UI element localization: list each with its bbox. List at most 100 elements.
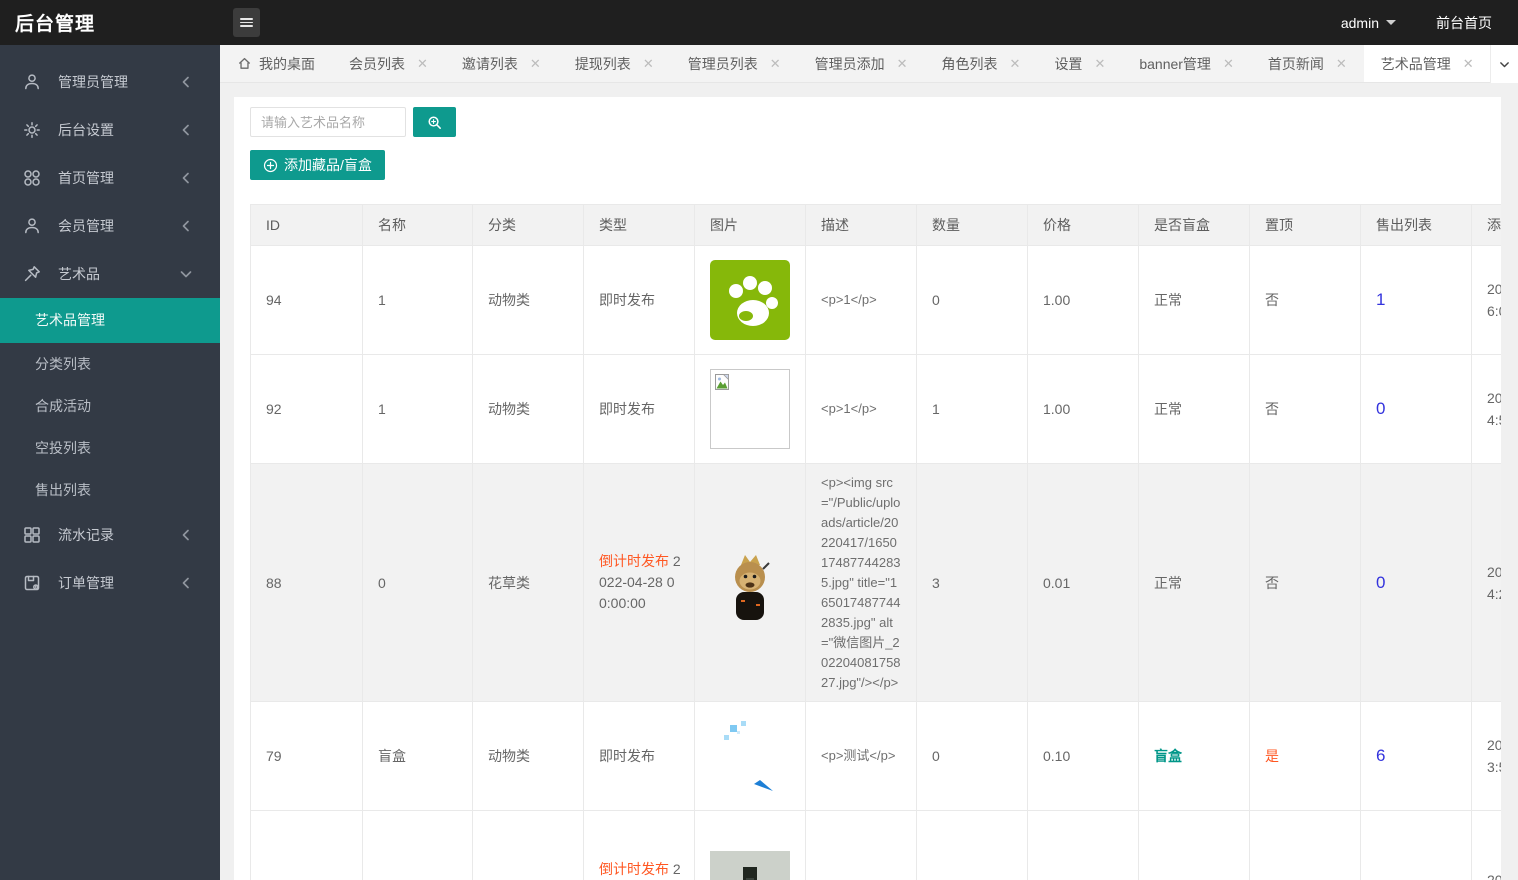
sidebar-item-order-manage[interactable]: 订单管理 (0, 559, 220, 607)
cell-name: 1 (362, 245, 473, 355)
tab[interactable]: 会员列表 ✕ (332, 45, 445, 82)
cell-quantity: 3 (916, 463, 1028, 702)
sidebar-item-admin-manage[interactable]: 管理员管理 (0, 58, 220, 106)
tab-label: 我的桌面 (259, 55, 315, 72)
tabs-more-button[interactable] (1490, 45, 1518, 83)
chevron-down-icon (1500, 61, 1509, 67)
cell-added-time: 204:2 (1471, 463, 1501, 702)
table-row: 78 234 动物类 倒计时发布 2022-04-08 00:00:00 (250, 810, 1501, 880)
cell-top: 是 (1249, 701, 1361, 811)
cell-quantity: 1 (916, 354, 1028, 464)
cell-type: 即时发布 (583, 701, 695, 811)
sidebar-item-artwork-manage[interactable]: 艺术品管理 (0, 298, 220, 343)
tab-label: 艺术品管理 (1380, 55, 1451, 72)
cell-id: 94 (250, 245, 363, 355)
chevron-left-icon (178, 575, 194, 591)
column-header: 分类 (472, 204, 584, 246)
content-card: 添加藏品/盲盒 ID 名称 分类 (234, 97, 1501, 880)
sidebar-item-member-manage[interactable]: 会员管理 (0, 202, 220, 250)
frontend-home-link[interactable]: 前台首页 (1436, 13, 1492, 33)
home-icon (237, 56, 252, 71)
column-header: 数量 (916, 204, 1028, 246)
column-header: 是否盲盒 (1138, 204, 1250, 246)
gear-icon (22, 120, 42, 140)
sidebar-toggle-button[interactable] (233, 8, 260, 37)
sidebar-item-category-list[interactable]: 分类列表 (0, 343, 220, 385)
tab[interactable]: 艺术品管理 ✕ (1363, 45, 1491, 82)
cell-top: 否 (1249, 354, 1361, 464)
cell-price: 1.00 (1027, 245, 1139, 355)
close-icon[interactable]: ✕ (417, 57, 428, 70)
cell-image: C (694, 701, 806, 811)
sidebar-item-home-manage[interactable]: 首页管理 (0, 154, 220, 202)
cell-price: 1.00 (1027, 354, 1139, 464)
close-icon[interactable]: ✕ (1010, 57, 1021, 70)
cell-name: 0 (362, 463, 473, 702)
tab-label: 提现列表 (574, 55, 631, 72)
user-menu[interactable]: admin (1341, 15, 1396, 31)
close-icon[interactable]: ✕ (530, 57, 541, 70)
username: admin (1340, 14, 1379, 31)
search-input[interactable] (250, 107, 406, 137)
chevron-left-icon (178, 527, 194, 543)
column-header: 名称 (362, 204, 473, 246)
user-icon (22, 216, 42, 236)
close-icon[interactable]: ✕ (1336, 57, 1347, 70)
tab[interactable]: banner管理 ✕ (1122, 45, 1251, 82)
sold-count-link[interactable]: 6 (1376, 746, 1385, 765)
search-button[interactable] (413, 107, 456, 137)
table-row: 88 0 花草类 倒计时发布 2022-04-28 00:00:00 <p><i… (250, 463, 1501, 702)
sold-count-link[interactable]: 0 (1376, 573, 1385, 592)
hamburger-icon (240, 18, 253, 27)
artwork-image-monkey (710, 542, 790, 623)
cell-category: 花草类 (472, 463, 584, 702)
close-icon[interactable]: ✕ (770, 57, 781, 70)
close-icon[interactable]: ✕ (897, 57, 908, 70)
tab[interactable]: 提现列表 ✕ (558, 45, 671, 82)
sold-count-link[interactable]: 1 (1376, 290, 1385, 309)
cell-description: <p><img src="/Public/uploads/article/202… (805, 463, 917, 702)
table-row: 92 1 动物类 即时发布 <p>1</p> 1 1.00 正常 否 0 20 … (250, 354, 1501, 464)
cell-quantity: 13 (916, 810, 1028, 880)
cell-quantity: 0 (916, 701, 1028, 811)
sidebar-item-artwork[interactable]: 艺术品 (0, 250, 220, 298)
column-header: 置顶 (1249, 204, 1361, 246)
cell-category: 动物类 (472, 245, 584, 355)
close-icon[interactable]: ✕ (1223, 57, 1234, 70)
tab[interactable]: 管理员列表 ✕ (671, 45, 798, 82)
close-icon[interactable]: ✕ (1094, 57, 1105, 70)
tab[interactable]: 设置 ✕ (1037, 45, 1122, 82)
tab[interactable]: 管理员添加 ✕ (798, 45, 925, 82)
chevron-left-icon (178, 170, 194, 186)
cell-blindbox: 盲盒 (1138, 701, 1250, 811)
chevron-left-icon (178, 74, 194, 90)
tab-label: 管理员列表 (687, 55, 758, 72)
close-icon[interactable]: ✕ (643, 57, 654, 70)
sidebar-item-sold-list[interactable]: 售出列表 (0, 469, 220, 511)
sidebar-item-synthesis-activity[interactable]: 合成活动 (0, 385, 220, 427)
column-header: 图片 (694, 204, 806, 246)
cell-image: C (694, 354, 806, 464)
sidebar-item-backend-settings[interactable]: 后台设置 (0, 106, 220, 154)
tab[interactable]: 首页新闻 ✕ (1251, 45, 1364, 82)
cell-sold: 10 (1360, 810, 1472, 880)
cell-price: 23.00 (1027, 810, 1139, 880)
column-header: 描述 (805, 204, 917, 246)
sold-count-link[interactable]: 0 (1376, 399, 1385, 418)
add-collection-button[interactable]: 添加藏品/盲盒 (250, 150, 385, 180)
cell-blindbox: 正常 (1138, 245, 1250, 355)
tab[interactable]: 我的桌面 ✕ (220, 45, 332, 82)
close-icon[interactable]: ✕ (1463, 57, 1474, 70)
cell-added-time: 206:0 (1471, 245, 1501, 355)
column-header: 售出列表 (1360, 204, 1472, 246)
tab[interactable]: 邀请列表 ✕ (445, 45, 558, 82)
top-bar: 后台管理 admin 前台首页 (0, 0, 1518, 45)
user-icon (22, 72, 42, 92)
sidebar-submenu-artwork: 艺术品管理 分类列表 合成活动 空投列表 售出列表 (0, 298, 220, 511)
tab[interactable]: 角色列表 ✕ (925, 45, 1038, 82)
table-row: 79 盲盒 动物类 即时发布 C <p>测试</p> 0 0.10 盲盒 是 6… (250, 701, 1501, 811)
cell-price: 0.10 (1027, 701, 1139, 811)
cell-sold: 0 (1360, 463, 1472, 702)
sidebar-item-airdrop-list[interactable]: 空投列表 (0, 427, 220, 469)
sidebar-item-flow-records[interactable]: 流水记录 (0, 511, 220, 559)
